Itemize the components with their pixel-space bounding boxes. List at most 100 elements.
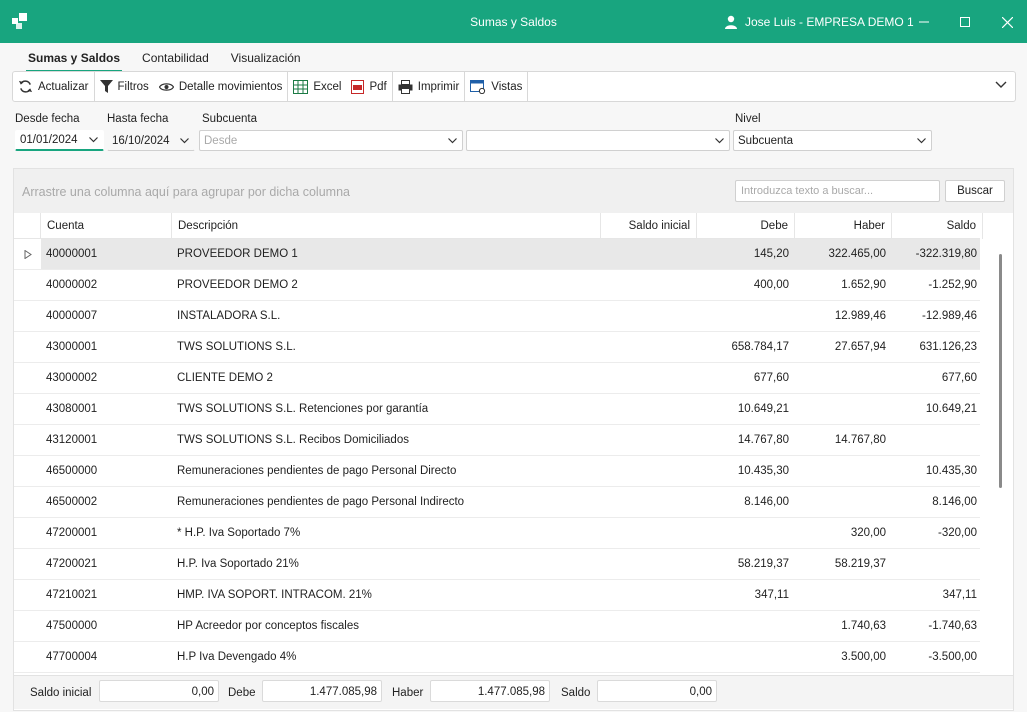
cell-saldo-inicial[interactable] (601, 487, 697, 517)
cell-debe[interactable]: 14.767,80 (697, 425, 795, 455)
cell-debe[interactable] (697, 611, 795, 641)
cell-saldo[interactable]: -1.252,90 (892, 270, 980, 300)
table-row[interactable]: 40000002 PROVEEDOR DEMO 2 400,00 1.652,90 -1… (14, 270, 980, 301)
filters-button[interactable]: Filtros (95, 72, 154, 101)
cell-debe[interactable]: 677,60 (697, 363, 795, 393)
cell-saldo[interactable]: 347,11 (892, 580, 980, 610)
table-row[interactable]: 47700004 H.P Iva Devengado 4% 3.500,00 -3.5… (14, 642, 980, 673)
to-date-dropdown[interactable] (177, 131, 191, 151)
refresh-button[interactable]: Actualizar (13, 72, 94, 101)
cell-descripcion[interactable]: CLIENTE DEMO 2 (172, 363, 601, 393)
table-row[interactable]: 47200001 * H.P. Iva Soportado 7% 320,00 -32… (14, 518, 980, 549)
header-descripcion[interactable]: Descripción (172, 213, 601, 239)
cell-saldo-inicial[interactable] (601, 425, 697, 455)
cell-descripcion[interactable]: HP Acreedor por conceptos fiscales (172, 611, 601, 641)
header-saldo-inicial[interactable]: Saldo inicial (601, 213, 697, 239)
cell-descripcion[interactable]: Remuneraciones pendientes de pago Person… (172, 487, 601, 517)
cell-descripcion[interactable]: TWS SOLUTIONS S.L. (172, 332, 601, 362)
tab-contabilidad[interactable]: Contabilidad (142, 50, 209, 72)
table-row[interactable]: 47500000 HP Acreedor por conceptos fiscal… (14, 611, 980, 642)
cell-debe[interactable]: 10.649,21 (697, 394, 795, 424)
cell-cuenta[interactable]: 47700004 (41, 642, 172, 672)
cell-cuenta[interactable]: 43080001 (41, 394, 172, 424)
cell-saldo-inicial[interactable] (601, 332, 697, 362)
cell-saldo-inicial[interactable] (601, 239, 697, 269)
vertical-scrollbar[interactable] (999, 254, 1002, 488)
cell-saldo[interactable]: -320,00 (892, 518, 980, 548)
tab-visualizacion[interactable]: Visualización (231, 50, 301, 72)
table-row[interactable]: 46500000 Remuneraciones pendientes de pag… (14, 456, 980, 487)
header-haber[interactable]: Haber (795, 213, 892, 239)
cell-descripcion[interactable]: H.P Iva Devengado 4% (172, 642, 601, 672)
cell-saldo[interactable] (892, 425, 980, 455)
chevron-down-icon[interactable] (995, 81, 1007, 89)
cell-haber[interactable]: 320,00 (795, 518, 892, 548)
table-row[interactable]: 43120001 TWS SOLUTIONS S.L. Recibos Domic… (14, 425, 980, 456)
minimize-button[interactable] (914, 12, 934, 32)
table-row[interactable]: 47200021 H.P. Iva Soportado 21% 58.219,37 5… (14, 549, 980, 580)
user-account[interactable]: Jose Luis - EMPRESA DEMO 1 (724, 13, 914, 31)
subaccount-to-dropdown[interactable] (712, 131, 726, 151)
cell-saldo-inicial[interactable] (601, 363, 697, 393)
header-cuenta[interactable]: Cuenta (41, 213, 172, 239)
cell-haber[interactable]: 27.657,94 (795, 332, 892, 362)
to-date-field[interactable]: 16/10/2024 (107, 130, 195, 151)
cell-saldo[interactable]: 8.146,00 (892, 487, 980, 517)
cell-haber[interactable]: 12.989,46 (795, 301, 892, 331)
cell-saldo[interactable] (892, 549, 980, 579)
cell-saldo-inicial[interactable] (601, 301, 697, 331)
cell-debe[interactable] (697, 642, 795, 672)
cell-haber[interactable] (795, 487, 892, 517)
cell-debe[interactable] (697, 301, 795, 331)
cell-saldo[interactable]: 10.649,21 (892, 394, 980, 424)
cell-saldo[interactable]: -1.740,63 (892, 611, 980, 641)
cell-cuenta[interactable]: 47200021 (41, 549, 172, 579)
close-button[interactable] (997, 12, 1017, 32)
tab-sumas-y-saldos[interactable]: Sumas y Saldos (25, 50, 123, 72)
subaccount-from-field[interactable]: Desde (199, 130, 463, 151)
table-row[interactable]: 47210021 HMP. IVA SOPORT. INTRACOM. 21% 34… (14, 580, 980, 611)
cell-haber[interactable]: 1.652,90 (795, 270, 892, 300)
cell-haber[interactable]: 3.500,00 (795, 642, 892, 672)
cell-descripcion[interactable]: PROVEEDOR DEMO 2 (172, 270, 601, 300)
cell-saldo-inicial[interactable] (601, 611, 697, 641)
cell-cuenta[interactable]: 40000001 (41, 239, 172, 269)
cell-haber[interactable] (795, 580, 892, 610)
cell-haber[interactable]: 322.465,00 (795, 239, 892, 269)
cell-saldo-inicial[interactable] (601, 642, 697, 672)
table-row[interactable]: 40000001 PROVEEDOR DEMO 1 145,20 322.465,00… (14, 239, 980, 270)
cell-debe[interactable]: 658.784,17 (697, 332, 795, 362)
from-date-dropdown[interactable] (86, 130, 100, 150)
cell-saldo-inicial[interactable] (601, 456, 697, 486)
cell-descripcion[interactable]: INSTALADORA S.L. (172, 301, 601, 331)
cell-debe[interactable]: 10.435,30 (697, 456, 795, 486)
cell-descripcion[interactable]: PROVEEDOR DEMO 1 (172, 239, 601, 269)
cell-saldo-inicial[interactable] (601, 394, 697, 424)
cell-descripcion[interactable]: H.P. Iva Soportado 21% (172, 549, 601, 579)
grid-search-input[interactable]: Introduzca texto a buscar... (735, 180, 940, 202)
detail-movements-button[interactable]: Detalle movimientos (154, 72, 288, 101)
cell-descripcion[interactable]: HMP. IVA SOPORT. INTRACOM. 21% (172, 580, 601, 610)
cell-cuenta[interactable]: 43120001 (41, 425, 172, 455)
table-row[interactable]: 43080001 TWS SOLUTIONS S.L. Retenciones p… (14, 394, 980, 425)
cell-descripcion[interactable]: * H.P. Iva Soportado 7% (172, 518, 601, 548)
cell-haber[interactable]: 1.740,63 (795, 611, 892, 641)
cell-saldo[interactable]: 10.435,30 (892, 456, 980, 486)
table-row[interactable]: 43000002 CLIENTE DEMO 2 677,60 677,60 (14, 363, 980, 394)
cell-saldo[interactable]: -3.500,00 (892, 642, 980, 672)
cell-debe[interactable] (697, 518, 795, 548)
cell-cuenta[interactable]: 40000007 (41, 301, 172, 331)
print-button[interactable]: Imprimir (393, 72, 465, 101)
subaccount-from-dropdown[interactable] (445, 131, 459, 151)
level-dropdown[interactable] (914, 131, 928, 151)
cell-haber[interactable] (795, 456, 892, 486)
cell-descripcion[interactable]: TWS SOLUTIONS S.L. Retenciones por garan… (172, 394, 601, 424)
cell-saldo-inicial[interactable] (601, 549, 697, 579)
cell-saldo-inicial[interactable] (601, 270, 697, 300)
table-row[interactable]: 43000001 TWS SOLUTIONS S.L. 658.784,17 27.6… (14, 332, 980, 363)
from-date-field[interactable]: 01/01/2024 (15, 130, 104, 151)
cell-cuenta[interactable]: 43000002 (41, 363, 172, 393)
cell-haber[interactable] (795, 363, 892, 393)
header-saldo[interactable]: Saldo (892, 213, 983, 239)
cell-debe[interactable]: 145,20 (697, 239, 795, 269)
